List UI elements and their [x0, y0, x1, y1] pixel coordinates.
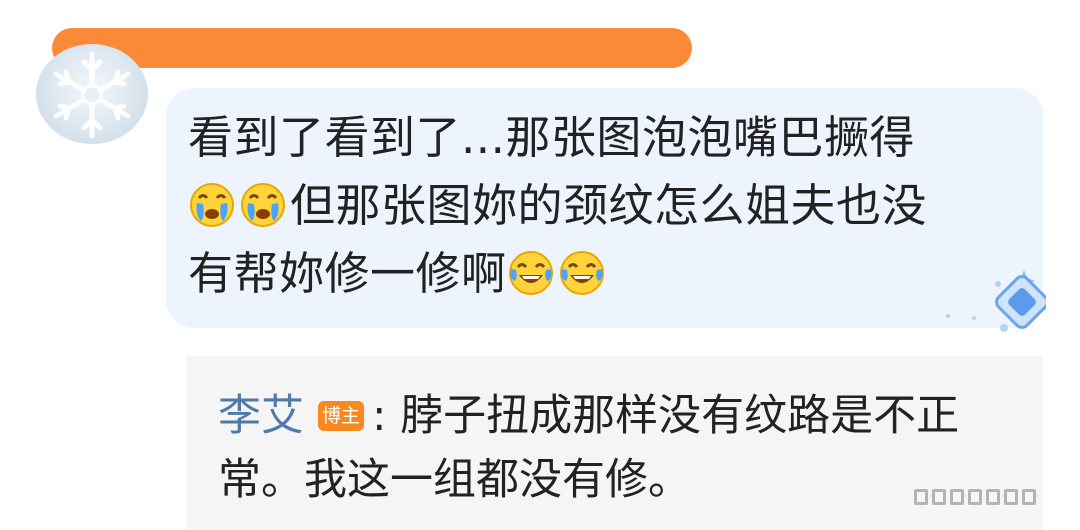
- tears-of-joy-icon: [508, 251, 553, 295]
- comment-text: 看到了看到了...那张图泡泡嘴巴撅得 但那张图妳的颈纹怎么姐夫也没 有帮妳修一修…: [188, 104, 1008, 308]
- watermark-mark: [1004, 489, 1018, 505]
- snowflake-icon: [53, 51, 131, 139]
- watermark: [914, 489, 1040, 513]
- reply-text: 李艾 博主: 脖子扭成那样没有纹路是不正 常。我这一组都没有修。: [218, 384, 1018, 512]
- watermark-mark: [950, 489, 964, 505]
- diamond-badge-icon: [946, 270, 1046, 332]
- username-redaction: [52, 28, 692, 68]
- tears-of-joy-icon: [559, 251, 604, 295]
- watermark-mark: [1022, 489, 1036, 505]
- blogger-badge: 博主: [318, 400, 365, 431]
- reply-line-2: 常。我这一组都没有修。: [218, 455, 691, 505]
- watermark-mark: [968, 489, 982, 505]
- comment-line-2: 但那张图妳的颈纹怎么姐夫也没: [290, 179, 928, 232]
- comment-line-3: 有帮妳修一修啊: [188, 247, 507, 300]
- reply-separator: :: [372, 391, 387, 441]
- comment-screen: 看到了看到了...那张图泡泡嘴巴撅得 但那张图妳的颈纹怎么姐夫也没 有帮妳修一修…: [0, 0, 1080, 530]
- crying-face-icon: [190, 183, 234, 227]
- avatar[interactable]: [36, 44, 148, 144]
- watermark-mark: [986, 489, 1000, 505]
- watermark-mark: [932, 489, 946, 505]
- watermark-mark: [914, 489, 928, 505]
- comment-line-1: 看到了看到了...那张图泡泡嘴巴撅得: [188, 111, 915, 164]
- reply-author-name[interactable]: 李艾: [218, 391, 304, 441]
- reply-line-1: 脖子扭成那样没有纹路是不正: [400, 391, 960, 441]
- crying-face-icon: [241, 183, 285, 227]
